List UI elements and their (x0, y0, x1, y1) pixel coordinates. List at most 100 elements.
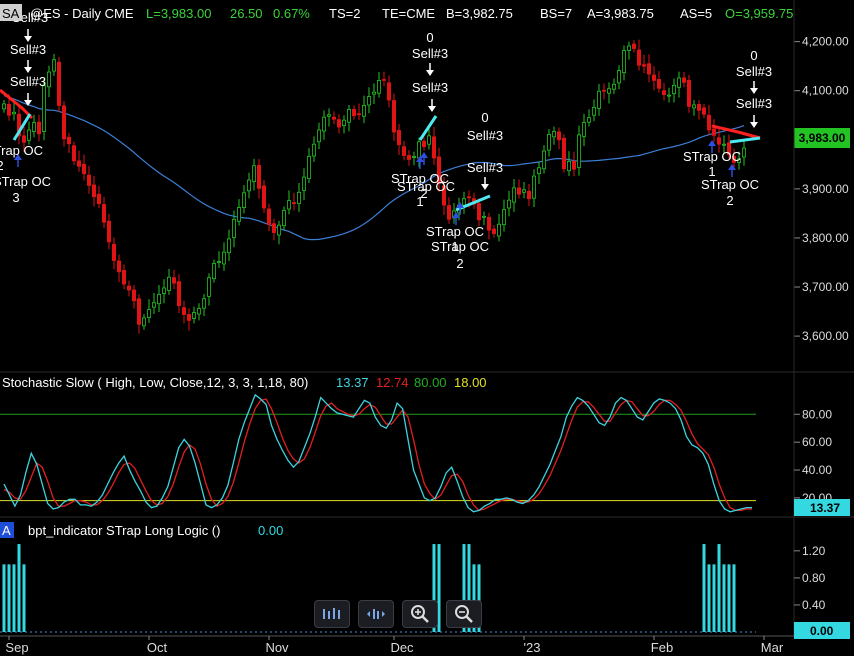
indicator-bar (732, 564, 736, 632)
candle-body (166, 276, 171, 291)
candle-body (316, 129, 321, 143)
strap-number: 2 (726, 193, 733, 208)
candle-body (131, 289, 136, 302)
candle-body (241, 192, 246, 208)
indicator-title: bpt_indicator STrap Long Logic () (28, 523, 220, 538)
price-tick-label: 3,900.00 (802, 182, 849, 196)
candle-body (376, 80, 381, 94)
candle-body (381, 79, 386, 81)
strap-number: 2 (420, 186, 427, 201)
indicator-tag: 0.00 (810, 624, 834, 638)
candle-body (221, 251, 226, 265)
candle-body (82, 163, 87, 175)
candle-body (617, 70, 622, 84)
candle-body (476, 203, 481, 221)
price-candles (2, 39, 747, 334)
strategy-annotations: Sell#3Sell#3Sell#3STrap OC2STrap OC30Sel… (0, 10, 772, 271)
sell-label: Sell#3 (412, 46, 448, 61)
candle-body (712, 128, 717, 136)
candle-body (211, 263, 216, 280)
stochastic-overbought: 80.00 (414, 375, 447, 390)
candle-body (577, 134, 582, 168)
sell-arrow-icon (426, 70, 434, 76)
sell-arrow-icon (481, 184, 489, 190)
candle-body (512, 187, 517, 203)
candle-body (421, 140, 426, 148)
candle-body (517, 187, 522, 195)
candle-body (236, 207, 241, 222)
date-tick-label: Sep (5, 640, 28, 655)
sell-label: Sell#3 (736, 64, 772, 79)
candle-body (687, 80, 692, 107)
candle-body (562, 137, 567, 170)
candle-body (256, 164, 261, 189)
candle-body (107, 220, 112, 243)
fit-button[interactable] (358, 600, 394, 628)
candle-body (231, 218, 236, 238)
candle-body (582, 122, 587, 137)
candle-body (431, 136, 436, 159)
price-axis: 4,200.004,100.004,000.003,900.003,800.00… (794, 35, 849, 343)
candle-body (627, 45, 632, 51)
candle-body (607, 88, 612, 94)
candle-body (506, 199, 511, 209)
candle-body (2, 103, 7, 110)
candle-body (47, 71, 52, 88)
candle-body (532, 175, 537, 199)
ask-price: A=3,983.75 (587, 6, 654, 21)
strap-label: STrap OC (701, 177, 759, 192)
candle-body (136, 298, 141, 325)
indicator-bar (727, 564, 731, 632)
candle-body (572, 160, 577, 170)
candle-body (57, 61, 62, 106)
candle-body (371, 91, 376, 95)
candle-body (206, 277, 211, 297)
candle-body (246, 179, 251, 192)
candle-body (266, 208, 271, 226)
indicator-bar (12, 564, 16, 632)
candle-body (52, 59, 57, 72)
scroll-bars-icon (323, 608, 340, 619)
candle-body (647, 63, 652, 75)
chart-canvas[interactable]: 4,200.004,100.004,000.003,900.003,800.00… (0, 0, 854, 656)
candle-body (156, 293, 161, 305)
candle-body (602, 89, 607, 92)
indicator-bar (702, 544, 706, 632)
exchange: TE=CME (382, 6, 435, 21)
candle-body (481, 215, 486, 218)
bid-size: BS=7 (540, 6, 572, 21)
stochastic-pane[interactable]: 80.0060.0040.0020.00 (0, 393, 832, 513)
candle-body (341, 119, 346, 126)
candle-body (296, 191, 301, 204)
candle-body (346, 108, 351, 123)
price-pane[interactable]: 4,200.004,100.004,000.003,900.003,800.00… (0, 10, 849, 343)
candle-body (97, 193, 102, 204)
candle-body (311, 143, 316, 157)
date-axis: Sep Oct Nov Dec '23 Feb Mar (0, 635, 794, 655)
candle-body (632, 43, 637, 49)
candle-body (67, 136, 72, 145)
scroll-left-button[interactable] (314, 600, 350, 628)
date-tick-label: Mar (761, 640, 784, 655)
ma-line (3, 95, 745, 241)
zoom-in-button[interactable] (402, 600, 438, 628)
candle-body (466, 196, 471, 199)
zoom-out-button[interactable] (446, 600, 482, 628)
candle-body (87, 174, 92, 186)
indicator-bar (17, 544, 21, 632)
candle-body (321, 116, 326, 132)
candle-body (722, 143, 727, 146)
stoch-tick-label: 40.00 (802, 463, 832, 477)
candle-body (351, 108, 356, 117)
candle-body (261, 185, 266, 209)
net-change-pct: 0.67% (273, 6, 310, 21)
net-change: 26.50 (230, 6, 263, 21)
stochastic-title: Stochastic Slow ( High, Low, Close,12, 3… (2, 375, 308, 390)
strap-label: STrap OC (0, 143, 43, 158)
candle-body (416, 141, 421, 159)
stoch-tag: 13.37 (810, 501, 840, 515)
candle-body (446, 205, 451, 220)
buy-arrow-icon (708, 140, 716, 146)
candles-group (2, 39, 747, 334)
candle-body (176, 281, 181, 307)
